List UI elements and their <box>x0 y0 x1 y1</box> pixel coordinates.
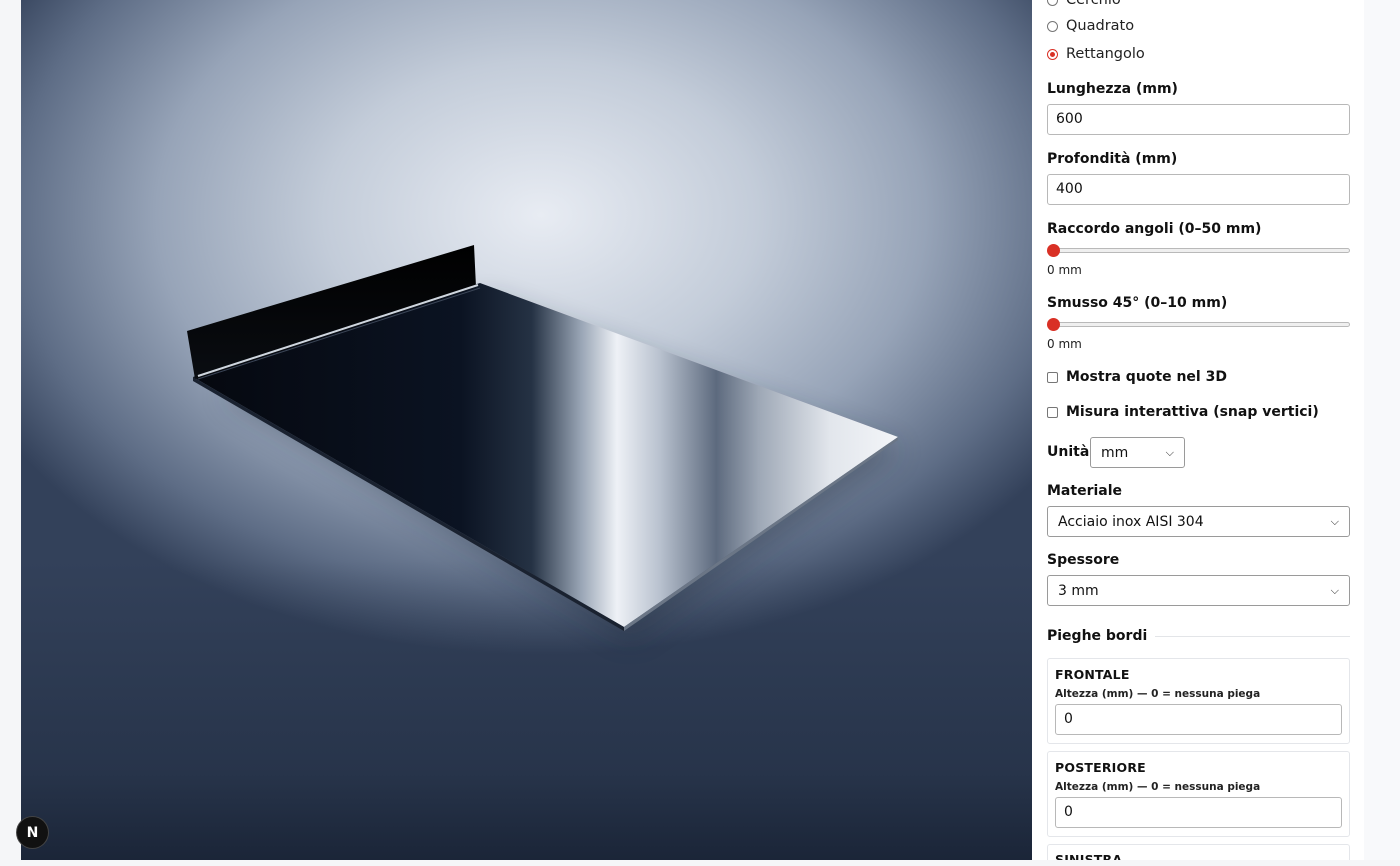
slider-thumb[interactable] <box>1047 244 1060 257</box>
radio-label-circle: Cerchio <box>1066 0 1121 8</box>
next-dev-badge[interactable]: N <box>17 817 48 848</box>
slider-track[interactable] <box>1051 322 1350 327</box>
chevron-down-icon: ⌵ <box>1165 445 1174 459</box>
length-label: Lunghezza (mm) <box>1047 81 1178 97</box>
fold-name-front: FRONTALE <box>1055 667 1130 682</box>
show-dimensions-toggle[interactable]: Mostra quote nel 3D <box>1047 369 1227 385</box>
fold-height-input-front[interactable]: 0 <box>1055 704 1342 735</box>
fold-name-left: SINISTRA <box>1055 852 1123 860</box>
chamfer-label: Smusso 45° (0–10 mm) <box>1047 295 1228 311</box>
depth-label: Profondità (mm) <box>1047 151 1178 167</box>
material-label: Materiale <box>1047 483 1123 499</box>
divider <box>1155 635 1350 637</box>
chamfer-slider[interactable] <box>1047 318 1350 332</box>
chevron-down-icon: ⌵ <box>1330 583 1339 597</box>
slider-thumb[interactable] <box>1047 318 1060 331</box>
checkbox-icon[interactable] <box>1047 371 1058 383</box>
corner-radius-value: 0 mm <box>1047 263 1082 277</box>
3d-viewport[interactable] <box>21 0 1032 860</box>
fold-card-front: FRONTALE Altezza (mm) — 0 = nessuna pieg… <box>1047 658 1350 744</box>
fold-name-rear: POSTERIORE <box>1055 760 1146 775</box>
badge-letter: N <box>26 824 39 841</box>
corner-radius-slider[interactable] <box>1047 244 1350 258</box>
fold-hint-rear: Altezza (mm) — 0 = nessuna piega <box>1055 781 1261 793</box>
folds-title: Pieghe bordi <box>1047 628 1148 644</box>
folds-section-title: Pieghe bordi <box>1047 628 1350 644</box>
radio-label-square: Quadrato <box>1066 18 1135 34</box>
radio-shape-rectangle[interactable]: Rettangolo <box>1047 46 1145 62</box>
material-select-value: Acciaio inox AISI 304 <box>1058 513 1204 530</box>
thickness-select-value: 3 mm <box>1058 582 1099 599</box>
settings-panel: Cerchio Quadrato Rettangolo Lunghezza (m… <box>1032 0 1364 860</box>
radio-label-rectangle: Rettangolo <box>1066 46 1145 62</box>
chamfer-value: 0 mm <box>1047 337 1082 351</box>
fold-card-left: SINISTRA <box>1047 844 1350 860</box>
material-select[interactable]: Acciaio inox AISI 304 ⌵ <box>1047 506 1350 537</box>
radio-icon[interactable] <box>1047 0 1058 6</box>
radio-icon-checked[interactable] <box>1047 48 1058 60</box>
interactive-measure-label: Misura interattiva (snap vertici) <box>1066 404 1319 420</box>
show-dimensions-label: Mostra quote nel 3D <box>1066 369 1227 385</box>
unit-select[interactable]: mm ⌵ <box>1090 437 1185 468</box>
slider-track[interactable] <box>1051 248 1350 253</box>
sheet-metal-model[interactable] <box>21 0 1032 860</box>
radio-icon[interactable] <box>1047 20 1058 32</box>
fold-height-input-rear[interactable]: 0 <box>1055 797 1342 828</box>
thickness-select[interactable]: 3 mm ⌵ <box>1047 575 1350 606</box>
fold-hint-front: Altezza (mm) — 0 = nessuna piega <box>1055 688 1261 700</box>
thickness-label: Spessore <box>1047 552 1120 568</box>
radio-shape-square[interactable]: Quadrato <box>1047 18 1134 34</box>
interactive-measure-toggle[interactable]: Misura interattiva (snap vertici) <box>1047 404 1319 420</box>
page-margin <box>1364 0 1400 866</box>
depth-input[interactable]: 400 <box>1047 174 1350 205</box>
length-input[interactable]: 600 <box>1047 104 1350 135</box>
chevron-down-icon: ⌵ <box>1330 514 1339 528</box>
corner-radius-label: Raccordo angoli (0–50 mm) <box>1047 221 1262 237</box>
fold-card-rear: POSTERIORE Altezza (mm) — 0 = nessuna pi… <box>1047 751 1350 837</box>
unit-select-value: mm <box>1101 444 1129 461</box>
page-margin-bottom <box>0 860 1400 866</box>
radio-shape-circle[interactable]: Cerchio <box>1047 0 1121 8</box>
checkbox-icon[interactable] <box>1047 406 1058 418</box>
unit-label: Unità <box>1047 444 1090 460</box>
